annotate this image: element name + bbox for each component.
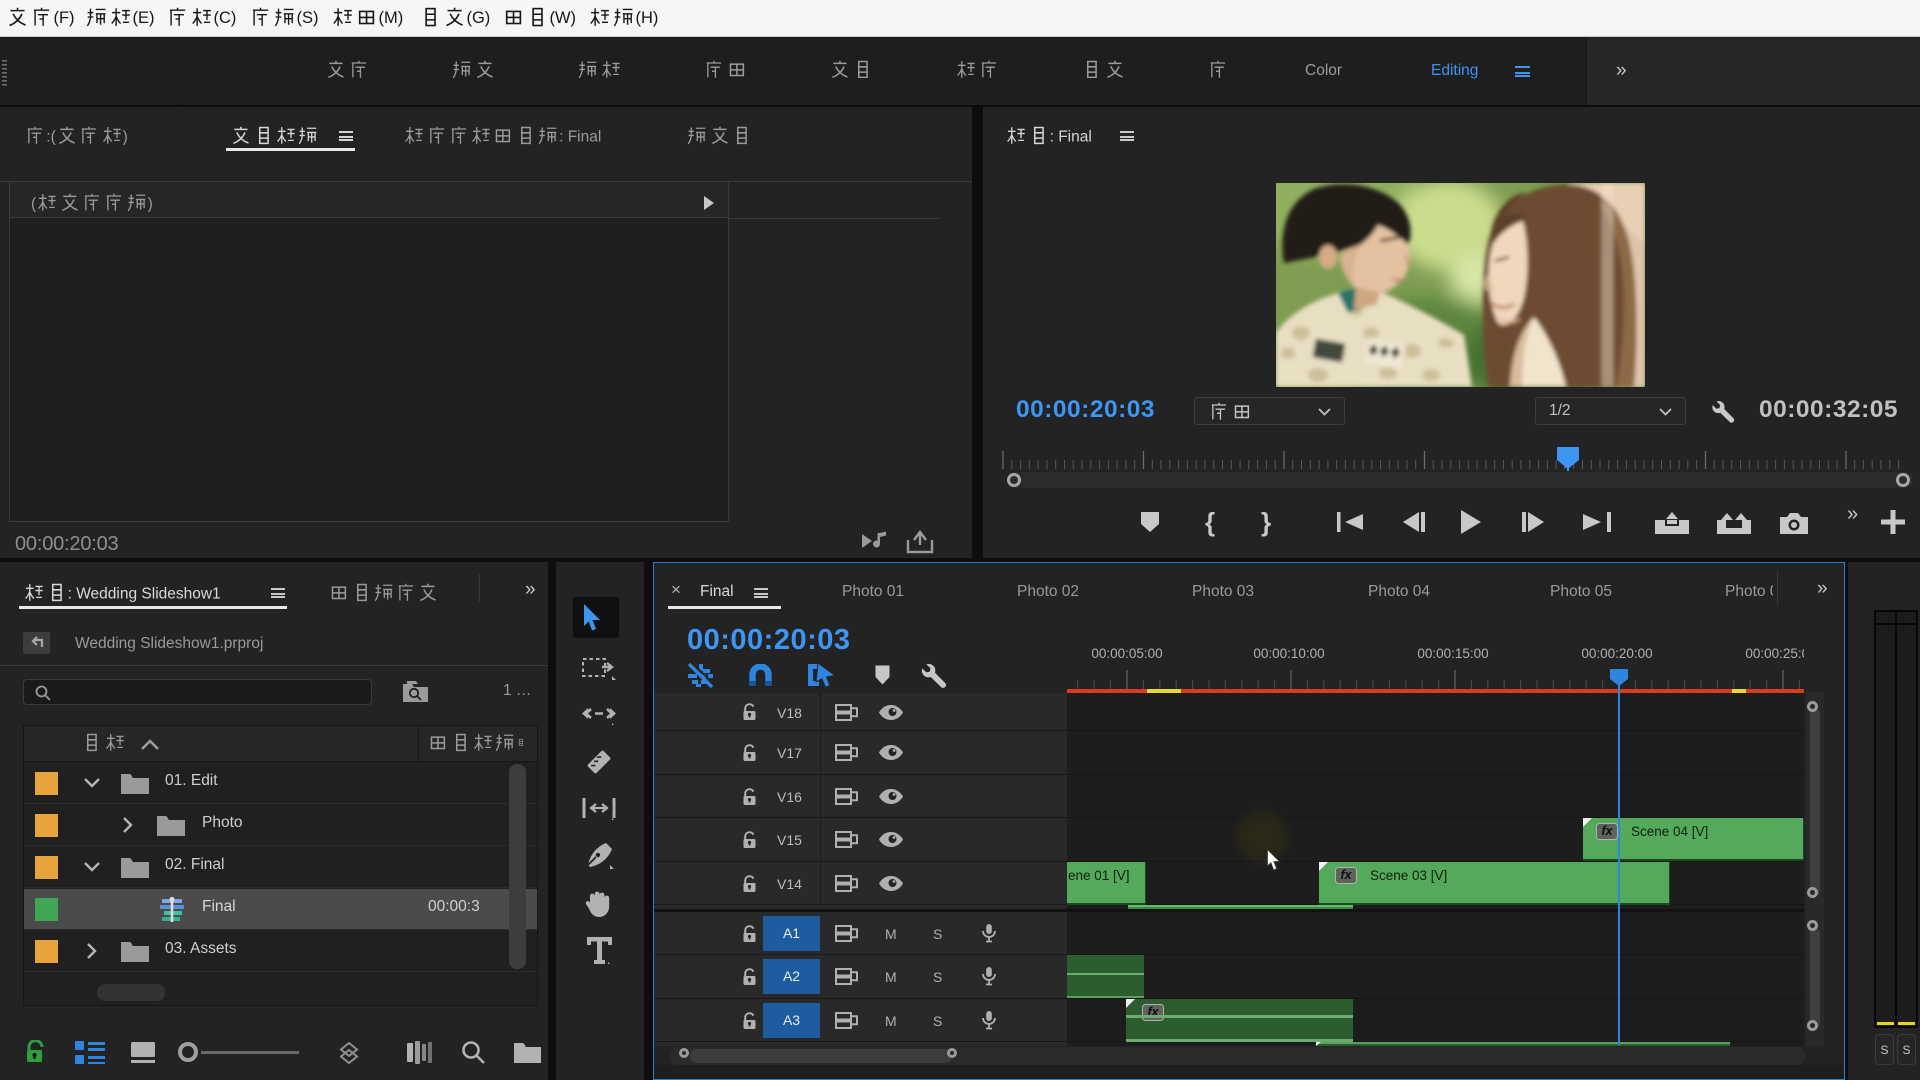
svg-text:00:00:10:00: 00:00:10:00 (1253, 646, 1324, 661)
svg-text:00:00:05:00: 00:00:05:00 (1091, 646, 1162, 661)
svg-text:00:00:25:00: 00:00:25:00 (1745, 646, 1804, 661)
svg-text:00:00:15:00: 00:00:15:00 (1417, 646, 1488, 661)
svg-text:00:00:20:00: 00:00:20:00 (1581, 646, 1652, 661)
